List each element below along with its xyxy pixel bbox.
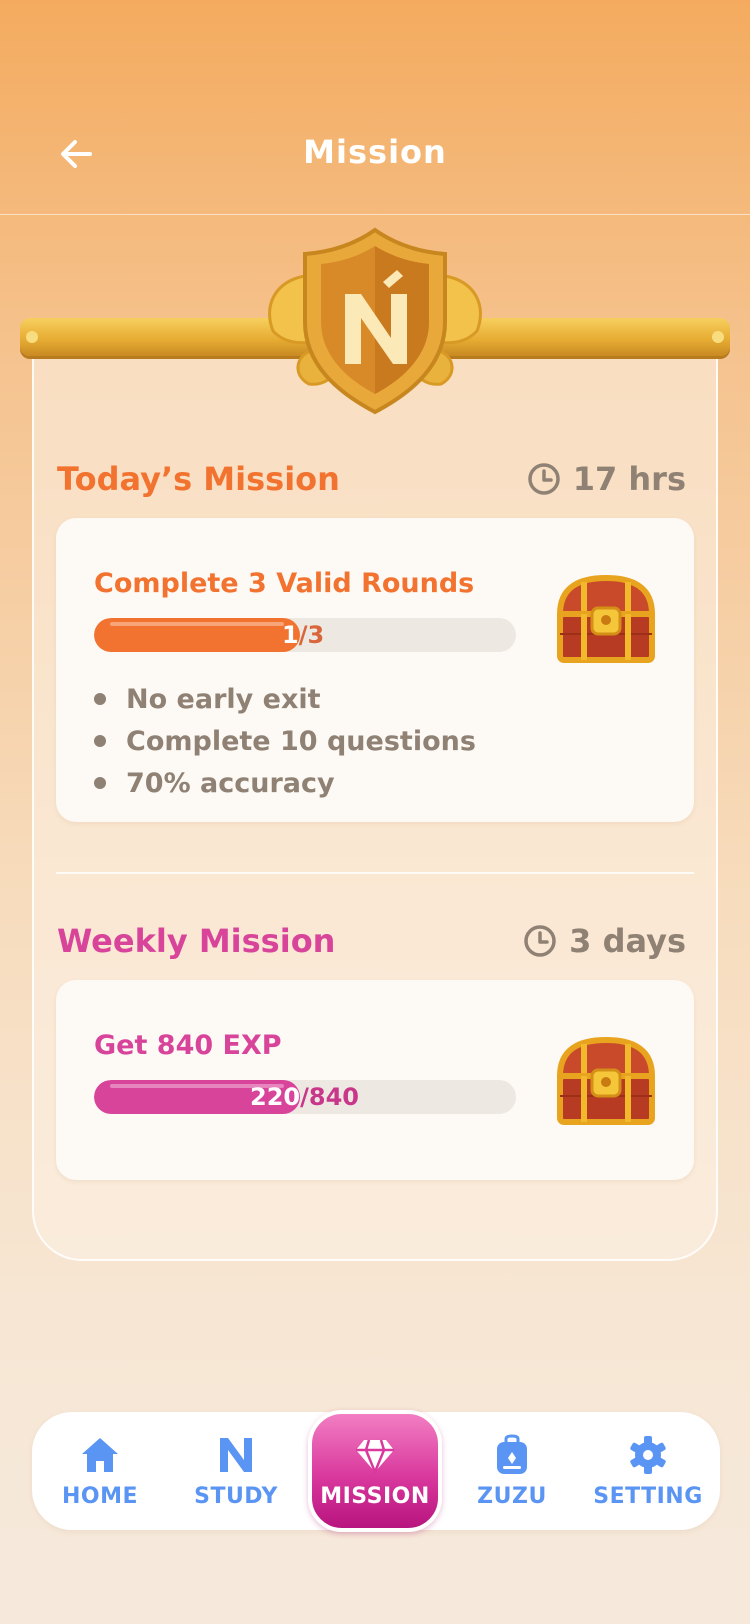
clock-icon [527,463,560,495]
weekly-mission-title: Weekly Mission [57,922,336,960]
n-logo-icon [220,1437,252,1472]
weekly-timer: 3 days [523,922,686,960]
list-item: 70% accuracy [94,762,476,804]
page-title: Mission [303,133,447,171]
today-progress-fill [94,618,300,652]
today-mission-title: Today’s Mission [57,460,340,498]
treasure-chest-icon[interactable] [554,1036,658,1128]
today-timer-text: 17 hrs [572,460,686,498]
treasure-chest-icon[interactable] [554,574,658,666]
list-item: Complete 10 questions [94,720,476,762]
weekly-progress-rest: /840 [300,1083,359,1111]
weekly-timer-text: 3 days [569,922,686,960]
diamond-icon [356,1439,394,1475]
header-bar: Mission [0,0,750,215]
weekly-progress-bar: 220/840 [94,1080,516,1114]
nav-mission[interactable]: MISSION [308,1410,442,1532]
backpack-icon [497,1433,527,1474]
weekly-mission-card[interactable]: Get 840 EXP 220/840 [56,980,694,1180]
today-mission-name: Complete 3 Valid Rounds [94,568,475,599]
today-progress-bar: 1/3 [94,618,516,652]
section-divider [56,872,694,874]
nav-home[interactable]: HOME [34,1412,166,1530]
weekly-progress-text: 220/840 [250,1083,359,1111]
shield-badge-icon [268,227,482,415]
today-progress-text: 1/3 [282,621,325,649]
gear-icon [630,1435,666,1474]
weekly-mission-name: Get 840 EXP [94,1030,282,1061]
today-timer: 17 hrs [527,460,686,498]
list-item: No early exit [94,678,476,720]
bottom-nav: HOME STUDY MISSION ZUZU SETTING [32,1410,720,1532]
today-mission-card[interactable]: Complete 3 Valid Rounds 1/3 No early exi… [56,518,694,822]
nav-setting[interactable]: SETTING [582,1412,714,1530]
today-progress-rest: /3 [298,621,325,649]
clock-icon [524,925,556,957]
home-icon [82,1437,118,1472]
nav-study[interactable]: STUDY [170,1412,302,1530]
requirements-list: No early exit Complete 10 questions 70% … [94,678,476,804]
nav-zuzu[interactable]: ZUZU [446,1412,578,1530]
